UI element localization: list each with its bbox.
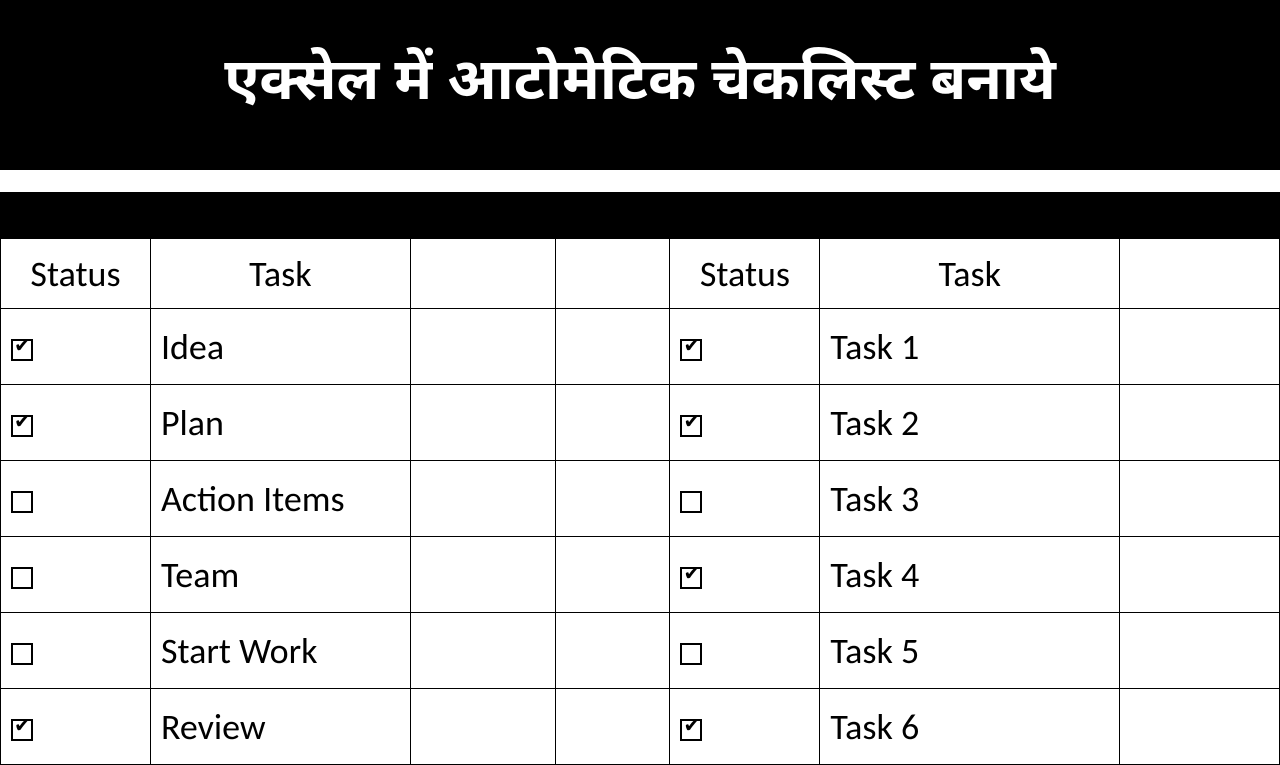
right-task-header: Task bbox=[820, 239, 1120, 309]
right-status-cell[interactable] bbox=[670, 461, 820, 537]
checkbox-icon[interactable] bbox=[680, 719, 702, 741]
blank-cell bbox=[410, 385, 555, 461]
left-status-cell[interactable] bbox=[1, 461, 151, 537]
checkbox-icon[interactable] bbox=[11, 719, 33, 741]
header-row: Status Task Status Task bbox=[1, 239, 1280, 309]
left-status-cell[interactable] bbox=[1, 689, 151, 765]
blank-cell bbox=[555, 537, 670, 613]
left-status-header: Status bbox=[1, 239, 151, 309]
blank-header bbox=[410, 239, 555, 309]
checkbox-icon[interactable] bbox=[680, 339, 702, 361]
table-row: Idea Task 1 bbox=[1, 309, 1280, 385]
checkbox-icon[interactable] bbox=[680, 415, 702, 437]
blank-cell bbox=[410, 309, 555, 385]
blank-header bbox=[1120, 239, 1280, 309]
left-task-cell[interactable]: Start Work bbox=[150, 613, 410, 689]
checkbox-icon[interactable] bbox=[680, 643, 702, 665]
blank-cell bbox=[410, 613, 555, 689]
right-status-cell[interactable] bbox=[670, 385, 820, 461]
left-task-cell[interactable]: Idea bbox=[150, 309, 410, 385]
checkbox-icon[interactable] bbox=[11, 339, 33, 361]
blank-cell bbox=[1120, 537, 1280, 613]
blank-cell bbox=[410, 689, 555, 765]
checklist-tables: Status Task Status Task Idea Task 1 Plan Ta… bbox=[0, 238, 1280, 765]
left-status-cell[interactable] bbox=[1, 385, 151, 461]
blank-cell bbox=[555, 385, 670, 461]
right-task-cell[interactable]: Task 5 bbox=[820, 613, 1120, 689]
left-status-cell[interactable] bbox=[1, 613, 151, 689]
left-status-cell[interactable] bbox=[1, 537, 151, 613]
table-row: Start Work Task 5 bbox=[1, 613, 1280, 689]
left-task-header: Task bbox=[150, 239, 410, 309]
blank-cell bbox=[555, 309, 670, 385]
right-status-cell[interactable] bbox=[670, 613, 820, 689]
left-task-cell[interactable]: Action Items bbox=[150, 461, 410, 537]
checkbox-icon[interactable] bbox=[680, 491, 702, 513]
title-band: एक्सेल में आटोमेटिक चेकलिस्ट बनाये bbox=[0, 0, 1280, 170]
left-status-cell[interactable] bbox=[1, 309, 151, 385]
blank-cell bbox=[1120, 613, 1280, 689]
blank-cell bbox=[1120, 461, 1280, 537]
black-strip bbox=[0, 192, 1280, 238]
table-row: Action Items Task 3 bbox=[1, 461, 1280, 537]
spacer bbox=[0, 170, 1280, 192]
right-status-cell[interactable] bbox=[670, 689, 820, 765]
checkbox-icon[interactable] bbox=[11, 415, 33, 437]
left-task-cell[interactable]: Review bbox=[150, 689, 410, 765]
blank-cell bbox=[410, 461, 555, 537]
left-task-cell[interactable]: Plan bbox=[150, 385, 410, 461]
blank-cell bbox=[1120, 689, 1280, 765]
checkbox-icon[interactable] bbox=[680, 567, 702, 589]
right-task-cell[interactable]: Task 1 bbox=[820, 309, 1120, 385]
blank-cell bbox=[555, 461, 670, 537]
spreadsheet-area: Status Task Status Task Idea Task 1 Plan Ta… bbox=[0, 238, 1280, 765]
blank-cell bbox=[1120, 385, 1280, 461]
checkbox-icon[interactable] bbox=[11, 643, 33, 665]
right-task-cell[interactable]: Task 4 bbox=[820, 537, 1120, 613]
right-status-cell[interactable] bbox=[670, 309, 820, 385]
left-task-cell[interactable]: Team bbox=[150, 537, 410, 613]
blank-header bbox=[555, 239, 670, 309]
right-status-header: Status bbox=[670, 239, 820, 309]
right-status-cell[interactable] bbox=[670, 537, 820, 613]
right-task-cell[interactable]: Task 6 bbox=[820, 689, 1120, 765]
right-task-cell[interactable]: Task 2 bbox=[820, 385, 1120, 461]
blank-cell bbox=[555, 689, 670, 765]
checkbox-icon[interactable] bbox=[11, 491, 33, 513]
checkbox-icon[interactable] bbox=[11, 567, 33, 589]
table-row: Review Task 6 bbox=[1, 689, 1280, 765]
blank-cell bbox=[555, 613, 670, 689]
page-title: एक्सेल में आटोमेटिक चेकलिस्ट बनाये bbox=[224, 47, 1056, 123]
table-row: Team Task 4 bbox=[1, 537, 1280, 613]
table-row: Plan Task 2 bbox=[1, 385, 1280, 461]
blank-cell bbox=[1120, 309, 1280, 385]
blank-cell bbox=[410, 537, 555, 613]
right-task-cell[interactable]: Task 3 bbox=[820, 461, 1120, 537]
